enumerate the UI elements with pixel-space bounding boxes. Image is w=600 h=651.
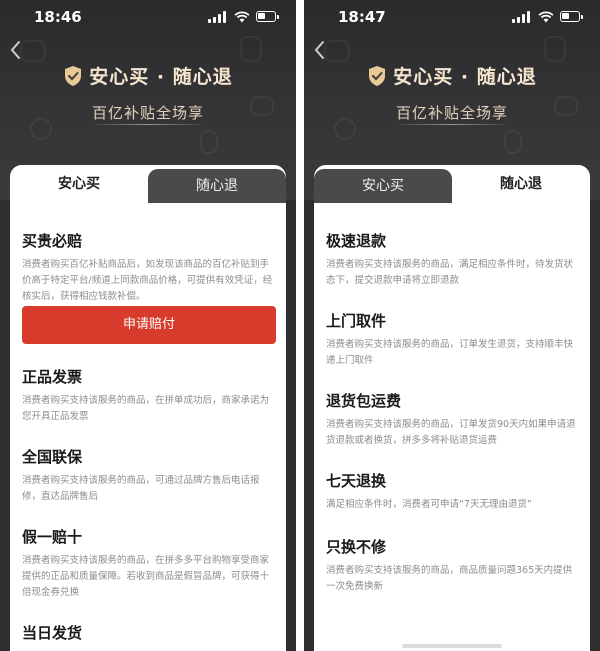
status-icons [208, 11, 279, 23]
back-chevron-icon[interactable] [310, 38, 330, 62]
tab-suixintui[interactable]: 随心退 [148, 169, 286, 203]
service-item: 正品发票 消费者购买支持该服务的商品，在拼单成功后，商家承诺为您开具正品发票 [22, 366, 276, 425]
hero-title: 安心买 · 随心退 [0, 62, 296, 89]
tab-suixintui[interactable]: 随心退 [452, 165, 590, 203]
wifi-icon [538, 11, 554, 23]
battery-icon [560, 11, 583, 22]
service-item: 当日发货 [22, 622, 276, 649]
service-title: 上门取件 [326, 312, 387, 330]
service-title: 买贵必赔 [22, 232, 83, 250]
service-title: 七天退换 [326, 472, 387, 490]
hero-title-text: 安心买 · 随心退 [393, 66, 537, 88]
hero-title-text: 安心买 · 随心退 [89, 66, 233, 88]
service-item: 七天退换 满足相应条件时，消费者可申请“7天无理由退货” [326, 470, 580, 513]
service-desc: 消费者购买支持该服务的商品，满足相应条件时，待发货状态下，提交退款申请将立即退款 [326, 259, 574, 286]
claim-compensation-button[interactable]: 申请赔付 [22, 306, 276, 344]
service-desc: 消费者购买支持该服务的商品，商品质量问题365天内提供一次免费换新 [326, 565, 573, 592]
shield-check-icon [369, 66, 386, 86]
hero-divider [392, 124, 512, 125]
hero-divider [88, 124, 208, 125]
service-title: 只换不修 [326, 538, 387, 556]
service-desc: 消费者购买支持该服务的商品，在拼单成功后，商家承诺为您开具正品发票 [22, 395, 270, 422]
tab-bar: 安心买 随心退 [314, 165, 590, 203]
service-desc: 消费者购买支持该服务的商品，在拼多多平台购物享受商家提供的正品和质量保障。若收到… [22, 555, 270, 598]
service-desc: 消费者购买百亿补贴商品后，如发现该商品的百亿补贴到手价高于特定平台/频道上同款商… [22, 259, 273, 302]
service-title: 假一赔十 [22, 528, 83, 546]
service-item: 退货包运费 消费者购买支持该服务的商品，订单发货90天内如果申请退货退款或者换货… [326, 390, 580, 449]
wifi-icon [234, 11, 250, 23]
hero-subtitle: 百亿补贴全场享 [91, 104, 204, 122]
service-desc: 满足相应条件时，消费者可申请“7天无理由退货” [326, 499, 532, 510]
back-chevron-icon[interactable] [6, 38, 26, 62]
service-title: 极速退款 [326, 232, 387, 250]
service-desc: 消费者购买支持该服务的商品，订单发生退货，支持顺丰快递上门取件 [326, 339, 574, 366]
service-title: 全国联保 [22, 448, 83, 466]
service-desc: 消费者购买支持该服务的商品，可通过品牌方售后电话报修，直达品牌售后 [22, 475, 260, 502]
service-item: 极速退款 消费者购买支持该服务的商品，满足相应条件时，待发货状态下，提交退款申请… [326, 230, 580, 289]
service-item: 只换不修 消费者购买支持该服务的商品，商品质量问题365天内提供一次免费换新 [326, 536, 580, 595]
phone-screen-right: 18:47 安心买 · 随心退 百亿补贴全场享 安心买 随心退 极速退款 消费者… [304, 0, 600, 651]
service-item: 上门取件 消费者购买支持该服务的商品，订单发生退货，支持顺丰快递上门取件 [326, 310, 580, 369]
tab-anxinmai[interactable]: 安心买 [10, 165, 148, 203]
service-title: 正品发票 [22, 368, 83, 386]
service-item: 假一赔十 消费者购买支持该服务的商品，在拼多多平台购物享受商家提供的正品和质量保… [22, 526, 276, 601]
service-title: 退货包运费 [326, 392, 402, 410]
status-time: 18:47 [338, 8, 386, 26]
service-desc: 消费者购买支持该服务的商品，订单发货90天内如果申请退货退款或者换货，拼多多将补… [326, 419, 576, 446]
status-icons [512, 11, 583, 23]
shield-check-icon [65, 66, 82, 86]
tab-bar: 安心买 随心退 [10, 165, 286, 203]
hero-subtitle: 百亿补贴全场享 [395, 104, 508, 122]
status-bar: 18:46 [0, 0, 296, 32]
home-indicator [402, 644, 502, 648]
battery-icon [256, 11, 279, 22]
status-time: 18:46 [34, 8, 82, 26]
service-item: 买贵必赔 消费者购买百亿补贴商品后，如发现该商品的百亿补贴到手价高于特定平台/频… [22, 230, 276, 305]
status-bar: 18:47 [304, 0, 600, 32]
service-title: 当日发货 [22, 624, 83, 642]
phone-screen-left: 18:46 安心买 · 随心退 百亿补贴全场享 安心买 随心退 买贵必赔 消费者… [0, 0, 296, 651]
tab-anxinmai[interactable]: 安心买 [314, 169, 452, 203]
service-item: 全国联保 消费者购买支持该服务的商品，可通过品牌方售后电话报修，直达品牌售后 [22, 446, 276, 505]
hero-title: 安心买 · 随心退 [304, 62, 600, 89]
